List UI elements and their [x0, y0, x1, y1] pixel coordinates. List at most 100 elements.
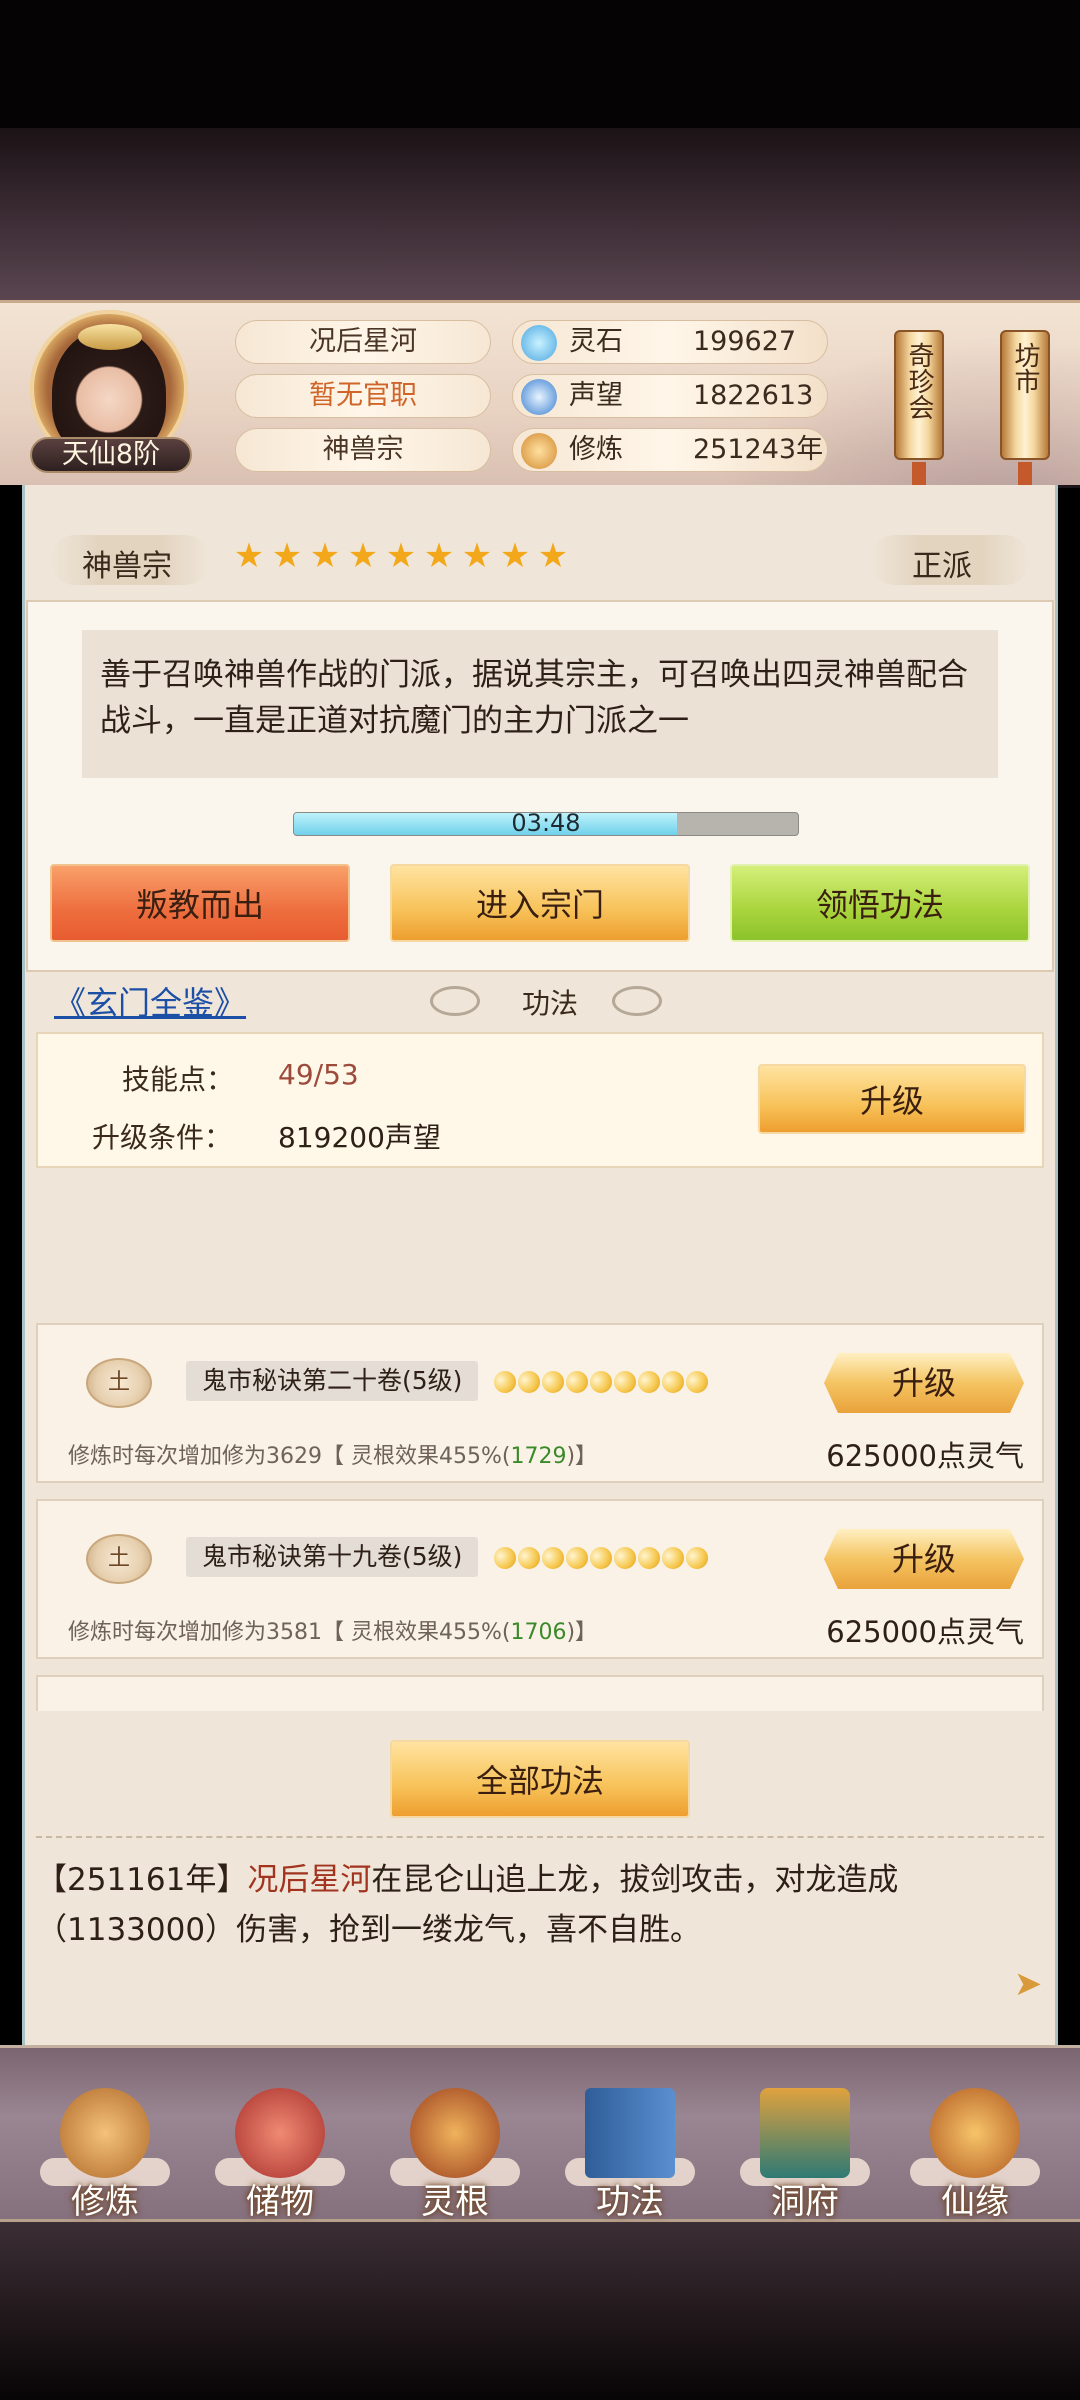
cloud-scroll-icon — [612, 986, 662, 1016]
star-icon: ★ — [271, 536, 303, 576]
bottom-nav: 修炼 储物 灵根 功法 洞府 仙缘 — [0, 2045, 1080, 2222]
gongfa-desc-text: 修炼时每次增加修为3581【 灵根效果455%( — [68, 1620, 511, 1645]
nav-item-cultivate[interactable]: 修炼 — [30, 2048, 180, 2222]
moon-icon — [494, 1371, 516, 1393]
gongfa-desc-value: 1729 — [510, 1444, 567, 1469]
skill-points-card: 技能点： 49/53 升级条件： 819200声望 升级 — [36, 1032, 1044, 1168]
rank-badge: 天仙8阶 — [30, 437, 192, 473]
sect-timer-text: 03:48 — [511, 809, 581, 837]
gongfa-item: 土 鬼市秘诀第十九卷(5级) 升级 修炼时每次增加修为3581【 灵根效果455… — [36, 1499, 1044, 1659]
gongfa-desc-end: )】 — [566, 1620, 598, 1645]
nav-item-spirit-root[interactable]: 灵根 — [380, 2048, 530, 2222]
enter-sect-button[interactable]: 进入宗门 — [390, 864, 690, 942]
upgrade-condition-value: 819200声望 — [278, 1121, 441, 1154]
moon-icon — [542, 1547, 564, 1569]
meditation-icon — [521, 433, 557, 469]
divider — [36, 1836, 1044, 1840]
nav-item-gongfa[interactable]: 功法 — [555, 2048, 705, 2222]
treasure-fair-scroll[interactable]: 奇珍会 — [894, 330, 944, 460]
stat-label: 修炼 — [569, 434, 623, 465]
nav-label: 仙缘 — [941, 2182, 1009, 2222]
player-name: 况后星河 — [235, 320, 491, 364]
gongfa-moons — [494, 1371, 708, 1393]
element-label: 土 — [107, 1370, 130, 1395]
event-log: 【251161年】况后星河在昆仑山追上龙，拔剑攻击，对龙造成（1133000）伤… — [36, 1855, 1044, 1955]
comprehend-gongfa-button[interactable]: 领悟功法 — [730, 864, 1030, 942]
player-sect: 神兽宗 — [235, 428, 491, 472]
nav-item-fate[interactable]: 仙缘 — [900, 2048, 1050, 2222]
moon-icon — [662, 1371, 684, 1393]
star-icon: ★ — [233, 536, 265, 576]
nav-label: 修炼 — [71, 2182, 139, 2222]
status-bar-area — [0, 0, 1080, 128]
earth-element-icon: 土 — [86, 1534, 152, 1584]
section-title: 功法 — [521, 987, 578, 1020]
betray-sect-button[interactable]: 叛教而出 — [50, 864, 350, 942]
stat-value: 1822613 — [693, 380, 814, 411]
moon-icon — [686, 1371, 708, 1393]
gongfa-item-partial — [36, 1675, 1044, 1711]
nav-item-cave-mansion[interactable]: 洞府 — [730, 2048, 880, 2222]
skill-upgrade-button[interactable]: 升级 — [758, 1064, 1026, 1134]
stat-prestige: 声望 1822613 — [512, 374, 828, 418]
stat-spirit-stone: 灵石 199627 — [512, 320, 828, 364]
moon-icon — [518, 1547, 540, 1569]
codex-link[interactable]: 《玄门全鉴》 — [54, 978, 246, 1024]
gongfa-item: 土 鬼市秘诀第二十卷(5级) 升级 修炼时每次增加修为3629【 灵根效果455… — [36, 1323, 1044, 1483]
nav-label: 洞府 — [771, 2182, 839, 2222]
star-icon: ★ — [499, 536, 531, 576]
log-player-name: 况后星河 — [247, 1862, 372, 1898]
stat-label: 声望 — [569, 380, 623, 411]
earth-element-icon: 土 — [86, 1358, 152, 1408]
moon-icon — [566, 1371, 588, 1393]
sect-name-tag: 神兽宗 — [50, 535, 210, 585]
gongfa-name: 鬼市秘诀第二十卷(5级) — [186, 1361, 479, 1401]
star-icon: ★ — [461, 536, 493, 576]
spirit-root-icon — [410, 2088, 500, 2178]
alignment-label: 正派 — [912, 549, 972, 584]
gongfa-desc-text: 修炼时每次增加修为3629【 灵根效果455%( — [68, 1444, 511, 1469]
stat-cultivation: 修炼 251243年 — [512, 428, 828, 472]
bottom-backdrop — [0, 2222, 1080, 2400]
stat-value: 199627 — [693, 326, 797, 357]
sect-stars: ★ ★ ★ ★ ★ ★ ★ ★ ★ — [233, 536, 569, 576]
cultivate-icon — [60, 2088, 150, 2178]
cave-mansion-icon — [760, 2088, 850, 2178]
star-icon: ★ — [309, 536, 341, 576]
top-backdrop — [0, 128, 1080, 300]
gongfa-moons — [494, 1547, 708, 1569]
all-gongfa-button[interactable]: 全部功法 — [390, 1740, 690, 1818]
market-label: 坊市 — [1010, 342, 1040, 394]
moon-icon — [638, 1371, 660, 1393]
skill-points-label: 技能点： — [122, 1063, 235, 1096]
nav-item-storage[interactable]: 储物 — [205, 2048, 355, 2222]
log-year: 【251161年】 — [36, 1862, 248, 1898]
gourd-icon — [930, 2088, 1020, 2178]
moon-icon — [566, 1547, 588, 1569]
stat-label: 灵石 — [569, 326, 623, 357]
official-title[interactable]: 暂无官职 — [235, 374, 491, 418]
gongfa-upgrade-button[interactable]: 升级 — [824, 1529, 1024, 1589]
moon-icon — [518, 1371, 540, 1393]
nav-label: 功法 — [596, 2182, 664, 2222]
moon-icon — [542, 1371, 564, 1393]
chevron-right-icon[interactable]: ➤ — [1008, 1967, 1048, 2001]
star-icon: ★ — [385, 536, 417, 576]
gongfa-cost: 625000点灵气 — [826, 1439, 1024, 1473]
market-scroll[interactable]: 坊市 — [1000, 330, 1050, 460]
moon-icon — [494, 1547, 516, 1569]
storage-bag-icon — [235, 2088, 325, 2178]
alignment-tag: 正派 — [870, 535, 1030, 585]
nav-label: 灵根 — [421, 2182, 489, 2222]
gongfa-description: 修炼时每次增加修为3629【 灵根效果455%(1729)】 — [68, 1438, 597, 1470]
cloud-scroll-icon — [430, 986, 480, 1016]
gongfa-name: 鬼市秘诀第十九卷(5级) — [186, 1537, 479, 1577]
element-label: 土 — [107, 1546, 130, 1571]
star-icon: ★ — [347, 536, 379, 576]
star-icon: ★ — [423, 536, 455, 576]
moon-icon — [590, 1547, 612, 1569]
gongfa-description: 修炼时每次增加修为3581【 灵根效果455%(1706)】 — [68, 1614, 597, 1646]
gongfa-upgrade-button[interactable]: 升级 — [824, 1353, 1024, 1413]
star-icon: ★ — [537, 536, 569, 576]
moon-icon — [662, 1547, 684, 1569]
